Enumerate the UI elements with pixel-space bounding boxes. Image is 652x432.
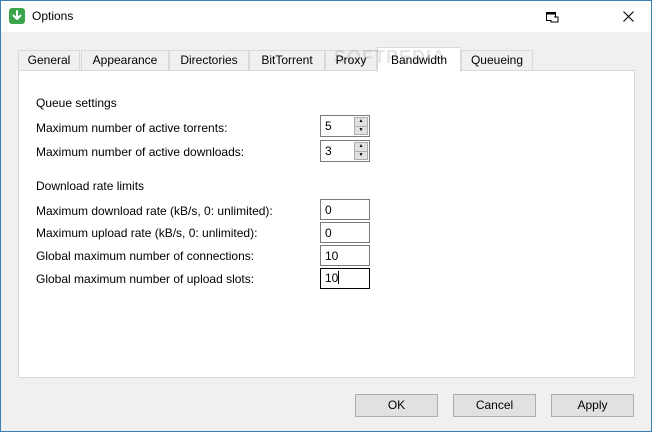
text-caret bbox=[338, 271, 340, 284]
max-upload-rate-label: Maximum upload rate (kB/s, 0: unlimited)… bbox=[36, 226, 258, 240]
apply-button[interactable]: Apply bbox=[551, 394, 634, 417]
max-active-torrents-value: 5 bbox=[325, 119, 332, 133]
max-download-rate-label: Maximum download rate (kB/s, 0: unlimite… bbox=[36, 204, 273, 218]
context-help-button[interactable] bbox=[529, 1, 575, 32]
tab-appearance[interactable]: Appearance bbox=[81, 50, 169, 71]
context-help-icon bbox=[546, 11, 559, 22]
global-max-upload-slots-value: 10 bbox=[325, 271, 339, 285]
max-active-torrents-spinbox[interactable]: 5 ▲ ▼ bbox=[320, 115, 370, 137]
download-arrow-icon bbox=[9, 8, 25, 24]
max-active-downloads-value: 3 bbox=[325, 144, 332, 158]
options-dialog: Options General Appearance Directories B… bbox=[0, 0, 652, 432]
cancel-button[interactable]: Cancel bbox=[453, 394, 536, 417]
spin-down-arrow-icon[interactable]: ▼ bbox=[354, 126, 368, 135]
spin-up-arrow-icon[interactable]: ▲ bbox=[354, 117, 368, 127]
ok-button[interactable]: OK bbox=[355, 394, 438, 417]
tab-proxy[interactable]: Proxy bbox=[325, 50, 377, 71]
window-title: Options bbox=[32, 9, 74, 23]
max-active-torrents-label: Maximum number of active torrents: bbox=[36, 121, 228, 135]
max-active-downloads-label: Maximum number of active downloads: bbox=[36, 145, 245, 159]
bandwidth-panel: Queue settings Maximum number of active … bbox=[18, 70, 635, 378]
tab-directories[interactable]: Directories bbox=[169, 50, 249, 71]
close-icon bbox=[622, 11, 634, 22]
tab-bittorrent[interactable]: BitTorrent bbox=[249, 50, 325, 71]
global-max-upload-slots-field[interactable]: 10 bbox=[320, 268, 370, 289]
max-active-downloads-spinbox[interactable]: 3 ▲ ▼ bbox=[320, 140, 370, 162]
global-max-upload-slots-label: Global maximum number of upload slots: bbox=[36, 272, 255, 286]
tab-queueing[interactable]: Queueing bbox=[461, 50, 533, 71]
spin-up-arrow-icon[interactable]: ▲ bbox=[354, 142, 368, 152]
max-upload-rate-field[interactable] bbox=[320, 222, 370, 243]
global-max-connections-field[interactable] bbox=[320, 245, 370, 266]
title-bar[interactable]: Options bbox=[1, 1, 651, 32]
spin-down-arrow-icon[interactable]: ▼ bbox=[354, 151, 368, 160]
max-download-rate-field[interactable] bbox=[320, 199, 370, 220]
download-rate-limits-heading: Download rate limits bbox=[36, 179, 145, 193]
global-max-connections-label: Global maximum number of connections: bbox=[36, 249, 255, 263]
tab-bandwidth[interactable]: Bandwidth bbox=[377, 47, 461, 72]
queue-settings-heading: Queue settings bbox=[36, 96, 117, 110]
close-button[interactable] bbox=[605, 1, 651, 32]
tab-general[interactable]: General bbox=[18, 50, 80, 71]
